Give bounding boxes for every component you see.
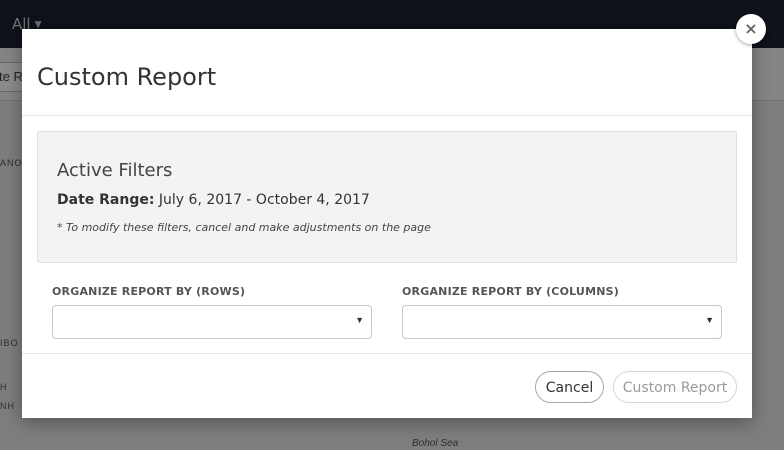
close-button[interactable]: × xyxy=(736,14,766,44)
modal-title: Custom Report xyxy=(37,63,217,91)
close-icon: × xyxy=(744,19,758,38)
columns-select[interactable]: ▼ xyxy=(402,305,722,339)
date-range: Date Range: July 6, 2017 - October 4, 20… xyxy=(57,192,370,208)
cancel-button[interactable]: Cancel xyxy=(535,371,604,403)
custom-report-modal: Custom Report Active Filters Date Range:… xyxy=(22,29,752,418)
chevron-down-icon: ▼ xyxy=(705,315,714,325)
active-filters-title: Active Filters xyxy=(57,160,173,181)
filters-note: * To modify these filters, cancel and ma… xyxy=(57,221,431,234)
active-filters-panel: Active Filters Date Range: July 6, 2017 … xyxy=(37,131,737,263)
chevron-down-icon: ▼ xyxy=(355,315,364,325)
rows-select-label: ORGANIZE REPORT BY (ROWS) xyxy=(52,285,246,298)
columns-select-label: ORGANIZE REPORT BY (COLUMNS) xyxy=(402,285,619,298)
custom-report-button[interactable]: Custom Report xyxy=(613,371,737,403)
modal-footer: Cancel Custom Report xyxy=(22,353,752,419)
date-range-label: Date Range: xyxy=(57,192,155,208)
rows-select[interactable]: ▼ xyxy=(52,305,372,339)
date-range-value: July 6, 2017 - October 4, 2017 xyxy=(158,192,370,208)
modal-header: Custom Report xyxy=(22,29,752,116)
